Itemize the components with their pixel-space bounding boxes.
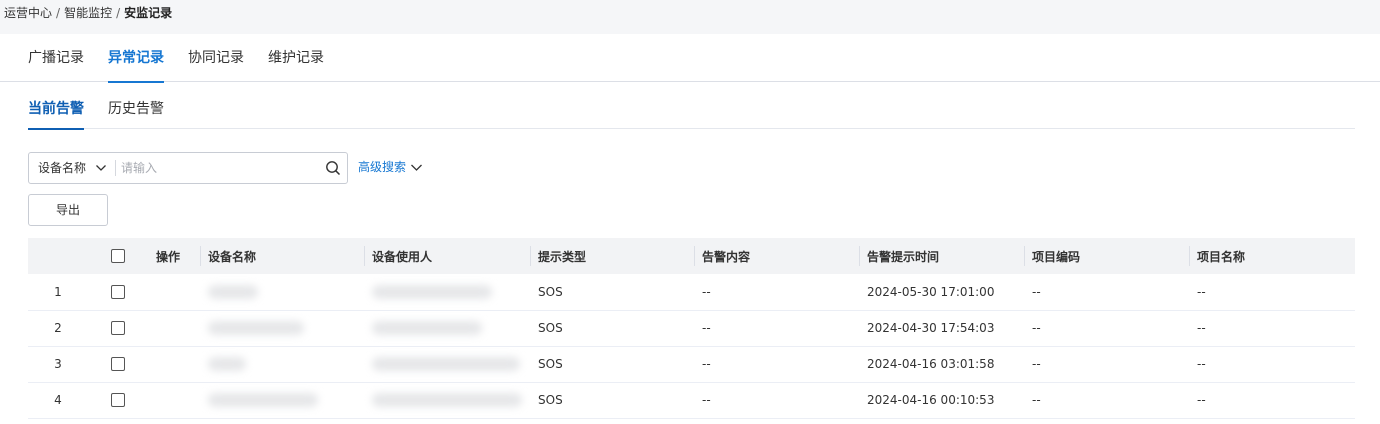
row-project-name: -- bbox=[1189, 310, 1355, 347]
breadcrumb-item-smart-monitor[interactable]: 智能监控 bbox=[64, 6, 112, 20]
sub-tabs: 当前告警 历史告警 bbox=[28, 82, 1355, 130]
row-project-code: -- bbox=[1024, 382, 1189, 419]
row-project-name: -- bbox=[1189, 274, 1355, 311]
tab-maintenance-records[interactable]: 维护记录 bbox=[268, 34, 324, 82]
table-row: 2 SOS -- 2024-04-30 17:54:03 -- -- bbox=[28, 310, 1355, 347]
row-device-user bbox=[364, 382, 530, 419]
row-project-code: -- bbox=[1024, 346, 1189, 383]
redacted-text bbox=[208, 357, 246, 372]
tab-history-alarms[interactable]: 历史告警 bbox=[108, 82, 164, 129]
row-checkbox[interactable] bbox=[111, 357, 125, 372]
row-select-cell bbox=[88, 310, 148, 347]
redacted-text bbox=[208, 393, 318, 408]
header-alert-type: 提示类型 bbox=[530, 238, 694, 274]
row-device-name bbox=[200, 382, 364, 419]
row-select-cell bbox=[88, 274, 148, 311]
row-actions bbox=[148, 346, 200, 383]
row-project-code: -- bbox=[1024, 274, 1189, 311]
tab-exception-records[interactable]: 异常记录 bbox=[108, 34, 164, 83]
main-tabs: 广播记录 异常记录 协同记录 维护记录 bbox=[0, 34, 1380, 83]
row-device-user bbox=[364, 346, 530, 383]
advanced-search-toggle[interactable]: 高级搜索 bbox=[358, 158, 423, 175]
search-divider bbox=[115, 160, 116, 176]
breadcrumb-current: 安监记录 bbox=[124, 6, 173, 20]
header-alarm-content: 告警内容 bbox=[694, 238, 859, 274]
row-select-cell bbox=[88, 346, 148, 383]
row-device-name bbox=[200, 274, 364, 311]
row-alert-type: SOS bbox=[530, 274, 694, 311]
row-device-name bbox=[200, 310, 364, 347]
row-alarm-time: 2024-05-30 17:01:00 bbox=[859, 274, 1024, 311]
row-index: 2 bbox=[28, 310, 88, 347]
row-index: 3 bbox=[28, 346, 88, 383]
row-project-code: -- bbox=[1024, 310, 1189, 347]
advanced-search-label: 高级搜索 bbox=[358, 160, 407, 174]
breadcrumb-separator: / bbox=[116, 6, 121, 20]
header-index bbox=[28, 238, 88, 274]
row-alarm-content: -- bbox=[694, 382, 859, 419]
row-project-name: -- bbox=[1189, 382, 1355, 419]
select-all-checkbox[interactable] bbox=[111, 249, 125, 264]
redacted-text bbox=[208, 321, 304, 336]
alarm-table: 操作 设备名称 设备使用人 提示类型 告警内容 告警提示时间 项目编码 项目名称… bbox=[28, 238, 1355, 419]
chevron-down-icon bbox=[96, 165, 106, 171]
header-project-name: 项目名称 bbox=[1189, 238, 1355, 274]
row-device-user bbox=[364, 274, 530, 311]
row-alarm-time: 2024-04-16 00:10:53 bbox=[859, 382, 1024, 419]
row-device-name bbox=[200, 346, 364, 383]
redacted-text bbox=[372, 285, 492, 299]
row-device-user bbox=[364, 310, 530, 347]
row-checkbox[interactable] bbox=[111, 321, 125, 336]
header-select-all bbox=[88, 238, 148, 274]
header-alarm-time: 告警提示时间 bbox=[859, 238, 1024, 274]
row-checkbox[interactable] bbox=[111, 285, 125, 299]
row-alarm-content: -- bbox=[694, 310, 859, 347]
header-device-name: 设备名称 bbox=[200, 238, 364, 274]
row-alarm-time: 2024-04-30 17:54:03 bbox=[859, 310, 1024, 347]
row-alarm-content: -- bbox=[694, 346, 859, 383]
row-alert-type: SOS bbox=[530, 310, 694, 347]
table-row: 3 SOS -- 2024-04-16 03:01:58 -- -- bbox=[28, 346, 1355, 383]
row-actions bbox=[148, 274, 200, 311]
row-alarm-time: 2024-04-16 03:01:58 bbox=[859, 346, 1024, 383]
search-input[interactable] bbox=[121, 153, 317, 183]
table-row: 4 SOS -- 2024-04-16 00:10:53 -- -- bbox=[28, 382, 1355, 419]
search-box: 设备名称 bbox=[28, 152, 348, 184]
header-project-code: 项目编码 bbox=[1024, 238, 1189, 274]
row-checkbox[interactable] bbox=[111, 393, 125, 408]
breadcrumb-separator: / bbox=[56, 6, 61, 20]
redacted-text bbox=[372, 321, 482, 336]
export-button[interactable]: 导出 bbox=[28, 194, 108, 226]
redacted-text bbox=[372, 393, 522, 408]
tab-broadcast-records[interactable]: 广播记录 bbox=[28, 34, 84, 82]
row-alert-type: SOS bbox=[530, 346, 694, 383]
tab-current-alarms[interactable]: 当前告警 bbox=[28, 82, 84, 130]
breadcrumb: 运营中心 / 智能监控 / 安监记录 bbox=[0, 0, 1380, 34]
row-index: 1 bbox=[28, 274, 88, 311]
header-device-user: 设备使用人 bbox=[364, 238, 530, 274]
redacted-text bbox=[372, 357, 520, 372]
breadcrumb-item-ops-center[interactable]: 运营中心 bbox=[4, 6, 52, 20]
search-field-select-label: 设备名称 bbox=[38, 161, 87, 175]
table-header-row: 操作 设备名称 设备使用人 提示类型 告警内容 告警提示时间 项目编码 项目名称 bbox=[28, 238, 1355, 274]
redacted-text bbox=[208, 285, 258, 299]
row-project-name: -- bbox=[1189, 346, 1355, 383]
search-field-select[interactable]: 设备名称 bbox=[29, 153, 115, 183]
row-alert-type: SOS bbox=[530, 382, 694, 419]
header-actions: 操作 bbox=[148, 238, 200, 274]
row-actions bbox=[148, 310, 200, 347]
row-alarm-content: -- bbox=[694, 274, 859, 311]
chevron-down-icon bbox=[411, 164, 422, 171]
row-index: 4 bbox=[28, 382, 88, 419]
table-row: 1 SOS -- 2024-05-30 17:01:00 -- -- bbox=[28, 274, 1355, 311]
row-select-cell bbox=[88, 382, 148, 419]
search-icon[interactable] bbox=[325, 160, 341, 176]
row-actions bbox=[148, 382, 200, 419]
tab-collaboration-records[interactable]: 协同记录 bbox=[188, 34, 244, 82]
